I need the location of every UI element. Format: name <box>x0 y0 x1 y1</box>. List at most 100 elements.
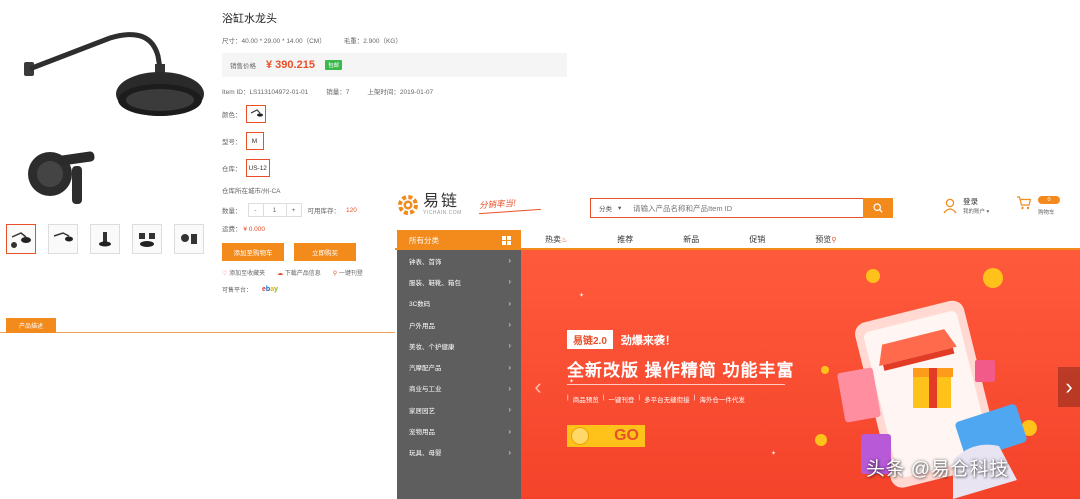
category-label: 3C数码 <box>409 301 431 309</box>
search-button[interactable] <box>863 198 893 218</box>
search-icon <box>873 203 883 213</box>
add-to-cart-button[interactable]: 添加至购物车 <box>222 243 284 261</box>
nav-promotion[interactable]: 促销 <box>749 234 765 245</box>
category-label: 服装、鞋靴、箱包 <box>409 279 461 287</box>
watermark-text: 头条 @易仓科技 <box>866 459 1009 480</box>
chevron-right-icon: › <box>508 426 511 436</box>
account-menu[interactable]: 登录 我的账户 ▾ <box>943 196 989 215</box>
warehouse-location: 仓库所在城市/州-CA <box>222 188 281 195</box>
search-category-select[interactable]: 分类 ▾ <box>591 203 633 213</box>
shower-thumb-icon <box>53 232 73 242</box>
nav-hot[interactable]: 热卖♨ <box>545 234 567 245</box>
parts-thumb-icon <box>139 233 155 247</box>
feature-item: 海外仓一件代发 <box>699 397 745 404</box>
quantity-stepper: - 1 + <box>247 203 302 217</box>
qty-input[interactable]: 1 <box>262 204 287 216</box>
model-label: 型号： <box>222 139 242 146</box>
price-label: 销售价格 <box>230 63 256 70</box>
qty-minus-button[interactable]: - <box>249 204 263 216</box>
category-sidebar: 钟表、首饰 › 服装、鞋靴、箱包 › 3C数码 › 户外用品 › 美妆、个护健康 › 汽摩… <box>397 250 521 499</box>
chevron-right-icon: › <box>508 277 511 287</box>
nav-preview[interactable]: 预览⚲ <box>815 234 836 245</box>
my-account-link[interactable]: 我的账户 ▾ <box>963 207 989 215</box>
category-item[interactable]: 汽摩配产品 › <box>397 356 521 377</box>
category-label: 户外用品 <box>409 322 435 330</box>
category-label: 美妆、个护健康 <box>409 343 455 351</box>
product-title: 浴缸水龙头 <box>222 13 277 25</box>
product-description-tab[interactable]: 产品描述 <box>6 318 56 333</box>
cart-icon <box>1017 196 1032 210</box>
banner-features: | 商品预览 | 一键刊登 | 多平台无缝衔接 | 海外仓一件代发 <box>567 394 745 404</box>
nav-new[interactable]: 新品 <box>683 234 699 245</box>
download-icon: ☁ <box>277 271 284 277</box>
meta-row: Item ID：LS113104972-01-01 销量：7 上架时间：2019… <box>222 86 567 96</box>
color-swatch[interactable] <box>245 105 266 123</box>
category-item[interactable]: 户外用品 › <box>397 314 521 335</box>
thumbnail-3[interactable] <box>90 224 120 254</box>
banner-prev-arrow[interactable]: ‹ <box>527 367 549 407</box>
banner-go-label: GO <box>614 427 639 444</box>
sparkle-icon: ✦ <box>579 293 585 299</box>
category-item[interactable]: 钟表、首饰 › <box>397 250 521 271</box>
cart-button[interactable]: 0 购物车 <box>1016 196 1060 216</box>
thumbnail-2[interactable] <box>48 224 78 254</box>
category-label: 钟表、首饰 <box>409 258 442 266</box>
search-bar: 分类 ▾ <box>590 198 893 218</box>
chevron-right-icon: › <box>508 341 511 351</box>
product-main-image[interactable] <box>10 6 210 216</box>
main-nav: 所有分类 热卖♨ 推荐 新品 促销 预览⚲ <box>395 230 1080 250</box>
thumbnail-1[interactable] <box>6 224 36 254</box>
category-item[interactable]: 商业与工业 › <box>397 378 521 399</box>
category-item[interactable]: 家居园艺 › <box>397 399 521 420</box>
qty-plus-button[interactable]: + <box>287 204 301 216</box>
homepage: 易链 YICHAIN.COM 分销率当! 分类 ▾ 请输入产品名称和产品Item… <box>395 186 1080 499</box>
nav-recommend[interactable]: 推荐 <box>617 234 633 245</box>
user-icon <box>943 198 957 213</box>
ebay-logo-icon: ebay <box>262 286 279 293</box>
category-label: 玩具、母婴 <box>409 450 442 458</box>
model-option-m[interactable]: M <box>245 132 264 150</box>
shower-head-image <box>24 32 204 204</box>
category-item[interactable]: 宠物用品 › <box>397 420 521 441</box>
site-header: 易链 YICHAIN.COM 分销率当! 分类 ▾ 请输入产品名称和产品Item… <box>395 186 1080 230</box>
heart-icon: ♡ <box>222 271 228 277</box>
category-item[interactable]: 美妆、个护健康 › <box>397 335 521 356</box>
banner-headline: 全新改版 操作精简 功能丰富 <box>567 361 795 380</box>
valve-thumb-icon <box>99 232 111 247</box>
shower-thumb-icon <box>11 232 31 248</box>
stock-label: 可用库存： <box>307 208 341 215</box>
cart-label: 购物车 <box>1038 210 1055 216</box>
site-logo[interactable]: 易链 YICHAIN.COM <box>397 194 462 216</box>
caret-down-icon: ▾ <box>618 205 622 212</box>
category-item[interactable]: 3C数码 › <box>397 293 521 314</box>
feature-sep: | <box>602 394 605 401</box>
price-box: 销售价格 ¥ 390.215 包邮 <box>222 53 567 77</box>
free-shipping-badge: 包邮 <box>324 60 342 70</box>
category-item[interactable]: 服装、鞋靴、箱包 › <box>397 271 521 292</box>
thumbnail-4[interactable] <box>132 224 162 254</box>
thumbnail-5[interactable] <box>174 224 204 254</box>
warehouse-option[interactable]: US-12 <box>245 159 270 177</box>
banner-tag-text: 劲爆来袭！ <box>620 334 676 347</box>
all-categories-button[interactable]: 所有分类 <box>397 230 521 250</box>
banner-go-button[interactable]: GO <box>567 425 645 447</box>
download-link[interactable]: ☁ 下载产品信息 <box>277 268 321 277</box>
search-input[interactable] <box>633 203 863 213</box>
category-label: 家居园艺 <box>409 407 435 415</box>
color-option-row: 颜色： <box>222 104 567 124</box>
category-label: 商业与工业 <box>409 386 442 394</box>
favorite-link[interactable]: ♡ 添加至收藏夹 <box>222 268 265 277</box>
banner-version-pill: 易链2.0 <box>567 330 613 349</box>
all-categories-label: 所有分类 <box>409 235 439 245</box>
warehouse-option-row: 仓库： US-12 <box>222 158 567 178</box>
login-link[interactable]: 登录 <box>963 196 989 207</box>
chevron-right-icon: › <box>508 320 511 330</box>
buy-now-button[interactable]: 立即购买 <box>294 243 356 261</box>
banner-next-arrow[interactable]: › <box>1058 367 1080 407</box>
model-option-row: 型号： M <box>222 131 567 151</box>
banner-divider <box>567 384 785 385</box>
category-item[interactable]: 玩具、母婴 › <box>397 442 521 463</box>
chevron-right-icon: › <box>508 383 511 393</box>
platform-label: 可售平台： <box>222 288 253 294</box>
onekey-link[interactable]: ⚲ 一键刊登 <box>333 268 363 277</box>
